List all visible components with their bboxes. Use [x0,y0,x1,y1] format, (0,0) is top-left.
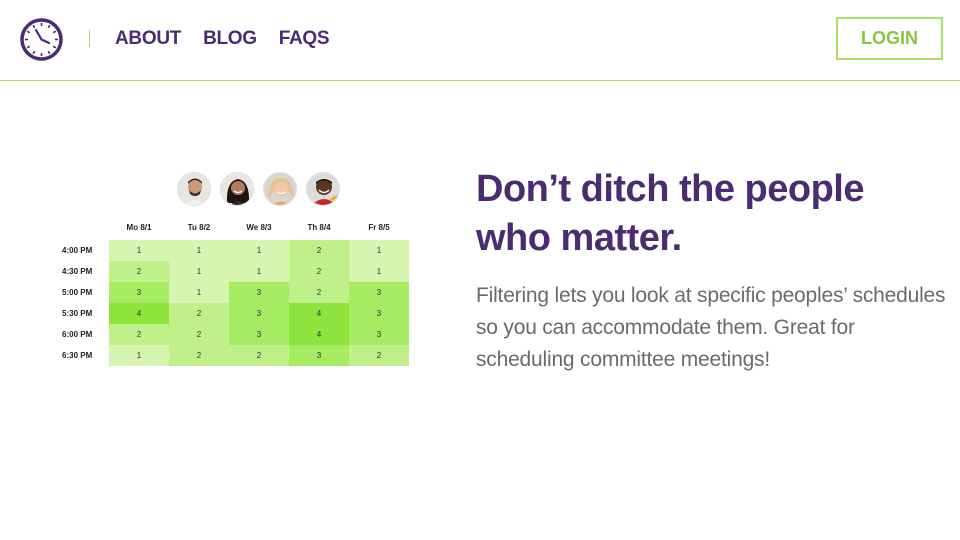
availability-cell[interactable]: 4 [289,324,349,345]
availability-cell[interactable]: 4 [289,303,349,324]
availability-cell[interactable]: 2 [289,282,349,303]
availability-cell[interactable]: 3 [349,303,409,324]
hero-headline: Don’t ditch the people who matter. [476,168,864,259]
availability-cell[interactable]: 1 [109,240,169,261]
availability-cell[interactable]: 4 [109,303,169,324]
availability-cell[interactable]: 1 [349,240,409,261]
table-row: 6:00 PM 2 2 3 4 3 [58,324,409,345]
availability-cell[interactable]: 1 [109,345,169,366]
table-row: 6:30 PM 1 2 2 3 2 [58,345,409,366]
availability-cell[interactable]: 1 [169,261,229,282]
table-row: 5:00 PM 3 1 3 2 3 [58,282,409,303]
time-label: 5:30 PM [62,309,93,318]
clock-icon[interactable] [20,18,63,61]
availability-cell[interactable]: 1 [229,261,289,282]
login-button[interactable]: LOGIN [836,17,943,60]
avatar-filter-row [177,172,340,206]
day-header-row: Mo 8/1 Tu 8/2 We 8/3 Th 8/4 Fr 8/5 [109,222,409,234]
table-row: 4:00 PM 1 1 1 2 1 [58,240,409,261]
availability-cell[interactable]: 3 [229,282,289,303]
availability-cell[interactable]: 3 [349,282,409,303]
day-header: Fr 8/5 [368,223,390,232]
availability-cell[interactable]: 2 [109,324,169,345]
nav-divider [89,30,90,47]
availability-cell[interactable]: 3 [349,324,409,345]
availability-cell[interactable]: 3 [229,324,289,345]
availability-cell[interactable]: 3 [229,303,289,324]
availability-cell[interactable]: 2 [169,303,229,324]
day-header: We 8/3 [246,223,272,232]
time-label: 4:00 PM [62,246,93,255]
availability-cell[interactable]: 2 [169,324,229,345]
time-label: 4:30 PM [62,267,93,276]
availability-cell[interactable]: 3 [109,282,169,303]
table-row: 4:30 PM 2 1 1 2 1 [58,261,409,282]
time-label: 6:30 PM [62,351,93,360]
availability-cell[interactable]: 2 [169,345,229,366]
availability-cell[interactable]: 2 [289,261,349,282]
avatar-person-3[interactable] [263,172,297,206]
availability-cell[interactable]: 2 [289,240,349,261]
avatar-person-2[interactable] [220,172,254,206]
table-row: 5:30 PM 4 2 3 4 3 [58,303,409,324]
main-nav: ABOUT BLOG FAQS [115,28,330,50]
availability-cell[interactable]: 2 [229,345,289,366]
nav-faqs-link[interactable]: FAQS [279,28,330,50]
hero-description: Filtering lets you look at specific peop… [476,284,946,371]
availability-cell[interactable]: 3 [289,345,349,366]
header: ABOUT BLOG FAQS LOGIN [0,0,960,81]
table-body: 4:00 PM 1 1 1 2 1 4:30 PM 2 1 1 2 1 5:00 PM 3 1 3 2 3 5:30… [58,240,409,366]
avatar-person-4[interactable] [306,172,340,206]
time-label: 6:00 PM [62,330,93,339]
availability-cell[interactable]: 1 [349,261,409,282]
availability-cell[interactable]: 1 [169,282,229,303]
availability-cell[interactable]: 1 [229,240,289,261]
nav-blog-link[interactable]: BLOG [203,28,257,50]
time-label: 5:00 PM [62,288,93,297]
availability-cell[interactable]: 2 [349,345,409,366]
availability-cell[interactable]: 2 [109,261,169,282]
availability-cell[interactable]: 1 [169,240,229,261]
day-header: Mo 8/1 [126,223,152,232]
nav-about-link[interactable]: ABOUT [115,28,181,50]
day-header: Th 8/4 [307,223,331,232]
day-header: Tu 8/2 [187,223,211,232]
avatar-person-1[interactable] [177,172,211,206]
page: ABOUT BLOG FAQS LOGIN Mo 8/1 Tu 8/2 We 8… [0,0,960,540]
